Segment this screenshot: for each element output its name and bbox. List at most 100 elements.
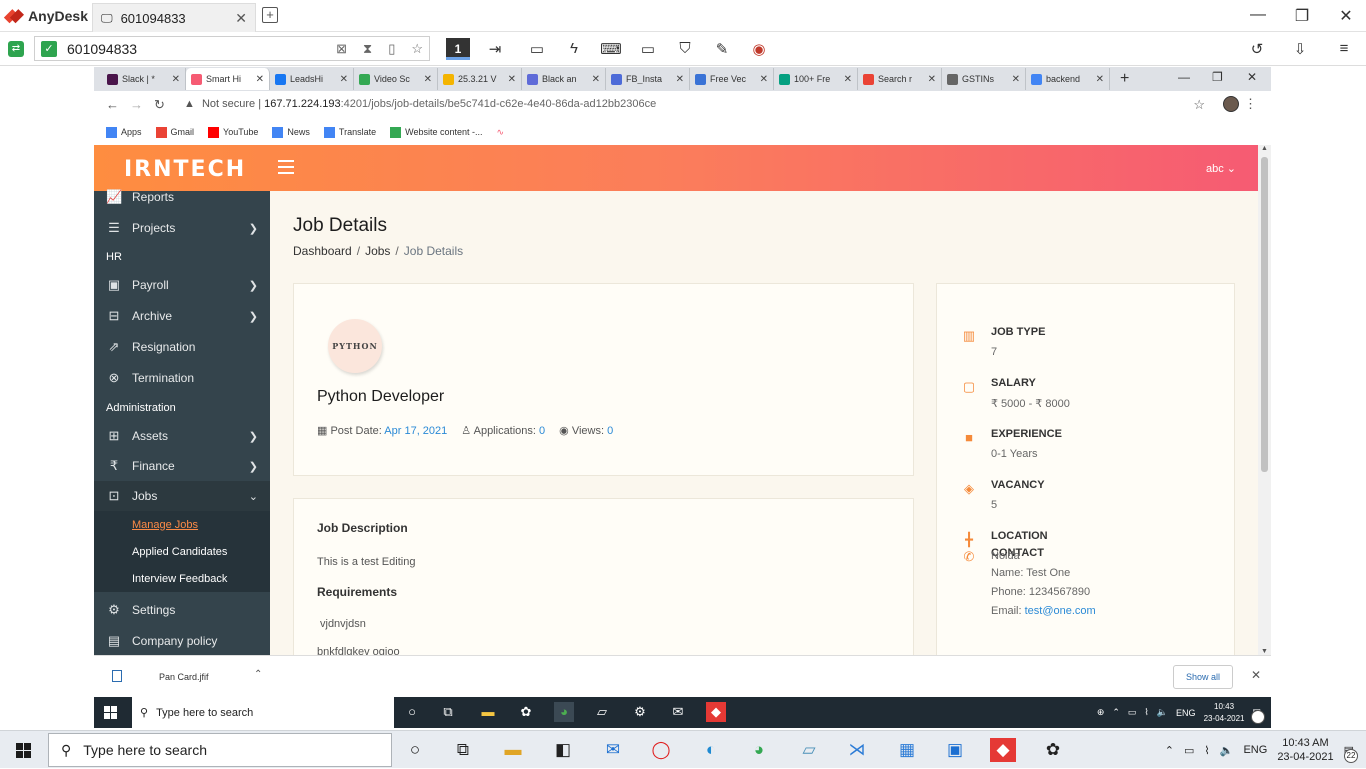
bookmark-logo-icon[interactable]: ∿ <box>496 127 504 138</box>
bookmark-star-icon[interactable]: ☆ <box>1193 97 1205 113</box>
anydesk-address-field[interactable]: ✓ 601094833 ⊠ ⧗ ▯ ☆ <box>34 36 430 61</box>
host-search-box[interactable]: ⚲ Type here to search <box>48 733 392 767</box>
bookmark-item[interactable]: Translate <box>323 126 376 138</box>
chrome-icon[interactable]: ◕ <box>554 702 574 722</box>
browser-tab[interactable]: Free Vec ✕ <box>690 68 774 90</box>
host-volume-icon[interactable]: 🔈 <box>1220 744 1234 757</box>
views-value[interactable]: 0 <box>607 425 613 437</box>
bookmark-item[interactable]: YouTube <box>208 126 258 138</box>
sidebar-item-jobs[interactable]: ⊡ Jobs ⌄ <box>94 481 270 511</box>
whiteboard-pen-icon[interactable]: ✎ <box>711 40 733 60</box>
anydesk-icon[interactable]: ◆ <box>706 702 726 722</box>
battery-icon[interactable]: ▭ <box>1128 707 1137 718</box>
host-notes-icon[interactable]: ▱ <box>796 738 822 762</box>
task-view-icon[interactable]: ⧉ <box>438 702 458 722</box>
close-tab-icon[interactable]: ✕ <box>256 74 264 85</box>
new-tab-button[interactable]: + <box>262 7 278 23</box>
close-tab-icon[interactable]: ✕ <box>1012 74 1020 85</box>
hamburger-menu-icon[interactable] <box>278 160 294 174</box>
permissions-shield-icon[interactable]: ⛉ <box>674 40 696 60</box>
breadcrumb-dashboard[interactable]: Dashboard <box>293 244 352 258</box>
close-window-button[interactable]: ✕ <box>1336 6 1356 26</box>
breadcrumb-jobs[interactable]: Jobs <box>365 244 390 258</box>
browser-tab[interactable]: backend ✕ <box>1026 68 1110 90</box>
display-icon[interactable]: ▭ <box>637 40 659 60</box>
remote-lang[interactable]: ENG <box>1176 708 1196 718</box>
host-mail-icon[interactable]: ✉ <box>600 738 626 762</box>
close-tab-icon[interactable]: ✕ <box>676 74 684 85</box>
sidebar-subitem-interview-feedback[interactable]: Interview Feedback <box>94 565 270 592</box>
browser-tab[interactable]: Slack | * ✕ <box>102 68 186 90</box>
browser-tab[interactable]: Black an ✕ <box>522 68 606 90</box>
notifications-icon[interactable]: ▤22 <box>1251 707 1265 724</box>
browser-close-button[interactable]: ✕ <box>1247 70 1257 84</box>
calculator-icon[interactable]: ▦ <box>894 738 920 762</box>
anydesk-address-value[interactable]: 601094833 <box>67 41 326 57</box>
switch-sides-icon[interactable]: ⇥ <box>484 40 506 60</box>
host-file-explorer-icon[interactable]: ▬ <box>500 738 526 762</box>
scroll-down-icon[interactable]: ▼ <box>1261 648 1268 655</box>
close-tab-icon[interactable]: ✕ <box>235 10 247 27</box>
anydesk-session-tab[interactable]: 🖵 601094833 ✕ <box>92 3 256 32</box>
host-chrome-icon[interactable]: ◕ <box>746 738 772 762</box>
bookmark-item[interactable]: Website content -... <box>390 126 482 138</box>
favorite-star-icon[interactable]: ☆ <box>411 41 423 57</box>
show-all-button[interactable]: Show all <box>1173 665 1233 689</box>
host-clock[interactable]: 10:43 AM 23-04-2021 <box>1277 736 1333 764</box>
host-windows-start-icon[interactable] <box>16 743 32 759</box>
bookmark-item[interactable]: Gmail <box>155 126 194 138</box>
browser-tab[interactable]: 100+ Fre ✕ <box>774 68 858 90</box>
user-menu[interactable]: abc ⌄ <box>1206 162 1236 175</box>
host-cortana-icon[interactable]: ○ <box>402 738 428 762</box>
volume-icon[interactable]: 🔈 <box>1157 707 1168 718</box>
browser-tab[interactable]: Smart Hi ✕ <box>186 68 270 90</box>
edge-icon[interactable]: ◐ <box>698 738 724 762</box>
sidebar-item-finance[interactable]: ₹ Finance ❯ <box>94 451 270 481</box>
forward-arrow-icon[interactable]: → <box>130 97 143 112</box>
minimize-button[interactable]: — <box>1248 6 1268 24</box>
notes-icon[interactable]: ▱ <box>592 702 612 722</box>
close-download-bar-icon[interactable]: ✕ <box>1251 668 1261 682</box>
close-tab-icon[interactable]: ✕ <box>172 74 180 85</box>
sidebar-item-reports[interactable]: 📈 Reports <box>94 182 270 212</box>
close-tab-icon[interactable]: ✕ <box>928 74 936 85</box>
profile-avatar[interactable] <box>1223 96 1239 112</box>
cortana-icon[interactable]: ○ <box>402 702 422 722</box>
browser-tab[interactable]: Search r ✕ <box>858 68 942 90</box>
sidebar-item-termination[interactable]: ⊗ Termination <box>94 363 270 393</box>
browser-tab[interactable]: LeadsHi ✕ <box>270 68 354 90</box>
store-icon[interactable]: ◧ <box>550 738 576 762</box>
post-date-value[interactable]: Apr 17, 2021 <box>384 425 447 437</box>
browser-tab[interactable]: Video Sc ✕ <box>354 68 438 90</box>
host-notifications-icon[interactable]: ▤22 <box>1344 744 1358 763</box>
browser-tab[interactable]: GSTINs ✕ <box>942 68 1026 90</box>
record-icon[interactable]: ◉ <box>748 40 770 60</box>
menu-icon[interactable]: ≡ <box>1333 40 1355 60</box>
history-icon[interactable]: ↺ <box>1246 40 1268 60</box>
scrollbar-thumb[interactable] <box>1261 157 1268 472</box>
file-explorer-icon[interactable]: ▬ <box>478 702 498 722</box>
brand-logo[interactable]: IRNTECH <box>124 157 246 182</box>
file-transfer-icon[interactable]: ⇩ <box>1289 40 1311 60</box>
browser-restore-button[interactable]: ❐ <box>1212 70 1223 84</box>
host-tray-chevron-up-icon[interactable]: ⌃ <box>1165 744 1174 757</box>
url-bar[interactable]: ▲ Not secure | 167.71.224.193:4201/jobs/… <box>184 98 656 110</box>
chevron-up-icon[interactable]: ⌃ <box>254 669 262 680</box>
close-tab-icon[interactable]: ✕ <box>592 74 600 85</box>
remote-clock[interactable]: 10:43 23-04-2021 <box>1204 701 1245 725</box>
contact-email-link[interactable]: test@one.com <box>1025 605 1096 617</box>
applications-value[interactable]: 0 <box>539 425 545 437</box>
network-status-icon[interactable]: ⊕ <box>1097 707 1105 718</box>
browser-tab[interactable]: 25.3.21 V ✕ <box>438 68 522 90</box>
connection-status-icon[interactable]: ⇄ <box>8 41 24 57</box>
close-tab-icon[interactable]: ✕ <box>844 74 852 85</box>
bookmark-item[interactable]: Apps <box>106 126 142 138</box>
windows-start-icon[interactable] <box>104 706 118 720</box>
sidebar-item-assets[interactable]: ⊞ Assets ❯ <box>94 421 270 451</box>
sidebar-item-archive[interactable]: ⊟ Archive ❯ <box>94 301 270 331</box>
host-lang[interactable]: ENG <box>1243 744 1267 756</box>
close-tab-icon[interactable]: ✕ <box>508 74 516 85</box>
sidebar-item-payroll[interactable]: ▣ Payroll ❯ <box>94 270 270 300</box>
browser-menu-icon[interactable]: ⋮ <box>1244 96 1257 112</box>
restore-button[interactable]: ❐ <box>1292 6 1312 26</box>
